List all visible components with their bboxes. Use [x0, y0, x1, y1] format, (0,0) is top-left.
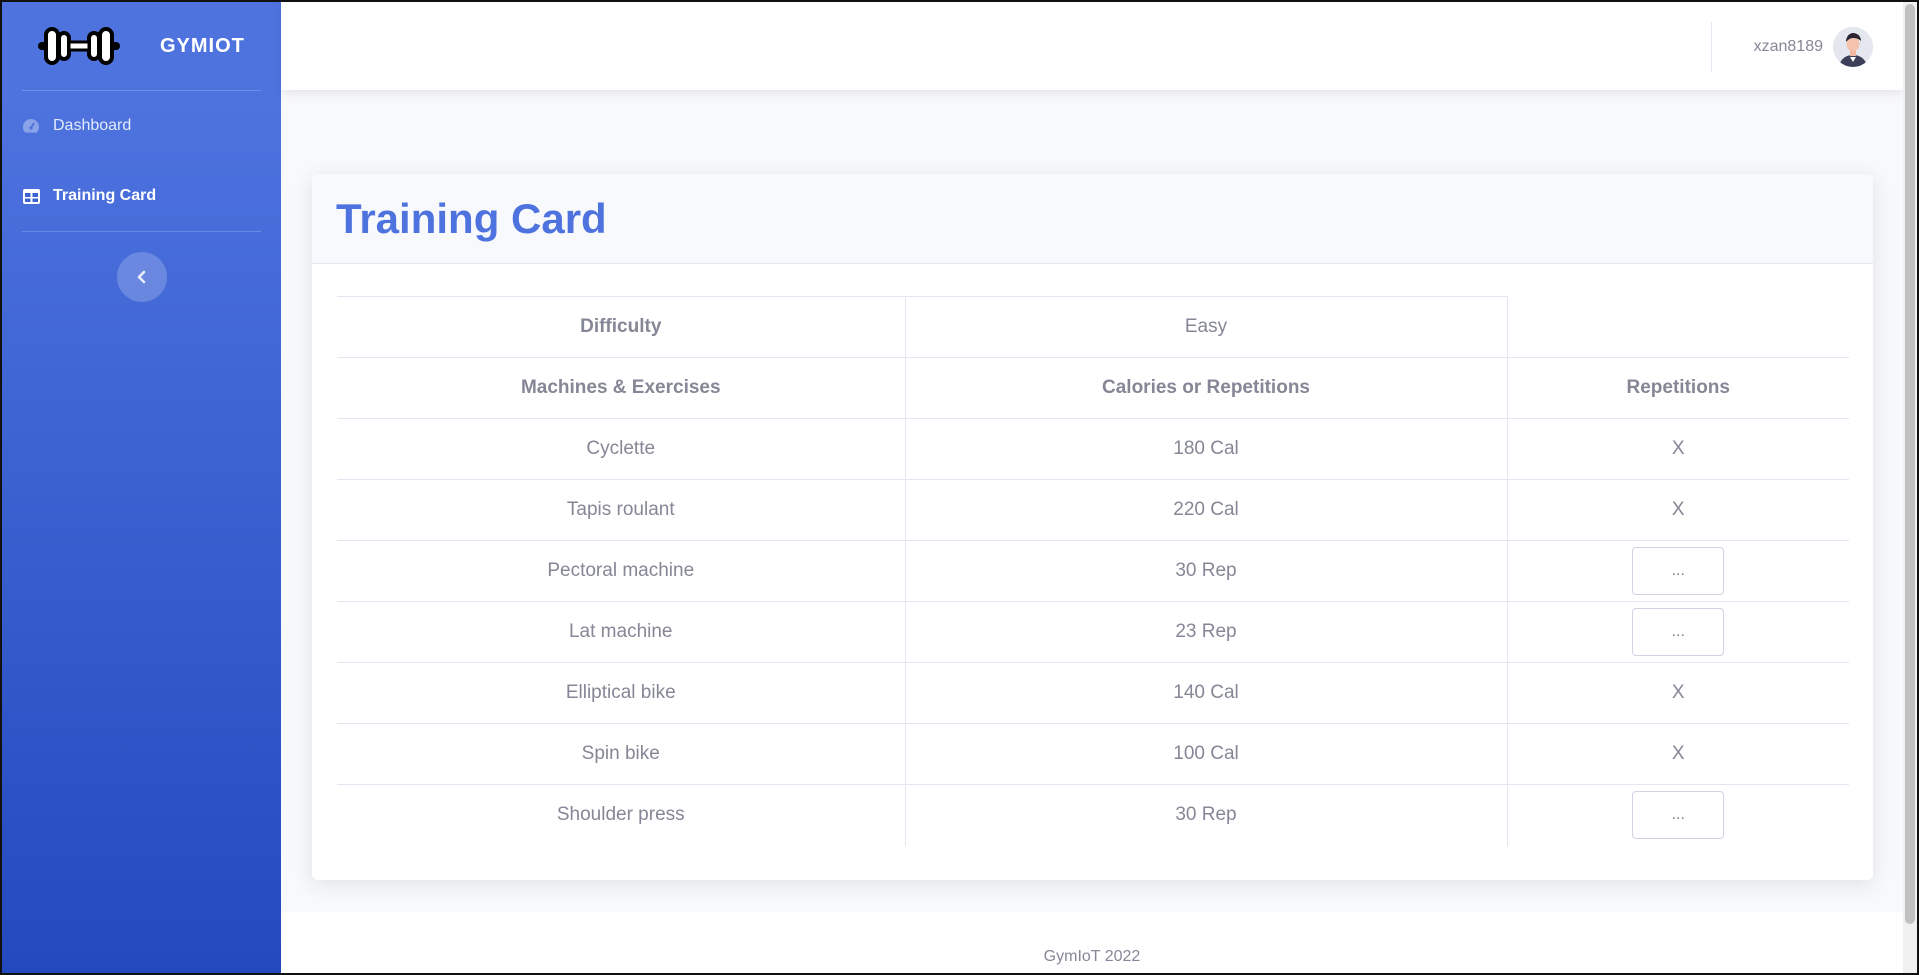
repetitions-cell: ...	[1507, 784, 1849, 846]
chevron-left-icon	[137, 270, 145, 284]
repetitions-cell: ...	[1507, 540, 1849, 602]
card-header: Training Card	[312, 174, 1873, 264]
user-dropdown[interactable]: xzan8189	[1754, 27, 1873, 67]
copyright-text: GymIoT 2022	[1043, 948, 1141, 965]
username: xzan8189	[1753, 38, 1823, 55]
topbar-divider	[1711, 22, 1712, 72]
repetitions-button[interactable]: ...	[1632, 547, 1725, 595]
training-table: Difficulty Easy Machines & Exercises Cal…	[337, 296, 1849, 846]
difficulty-label: Difficulty	[337, 296, 906, 358]
exercise-amount: 140 Cal	[905, 662, 1508, 724]
repetitions-button[interactable]: ...	[1632, 791, 1725, 840]
table-row: Cyclette 180 Cal X	[337, 418, 1849, 480]
difficulty-row: Difficulty Easy	[337, 296, 1849, 358]
sidebar-toggle-button[interactable]	[116, 252, 167, 302]
avatar	[1833, 27, 1873, 67]
exercise-name: Pectoral machine	[337, 540, 906, 602]
sidebar: GYMIOT Dashboard Training Card	[2, 2, 281, 973]
exercise-amount: 180 Cal	[905, 418, 1508, 480]
footer: GymIoT 2022	[281, 912, 1903, 973]
repetitions-button[interactable]: ...	[1632, 608, 1725, 656]
exercise-name: Cyclette	[337, 418, 906, 480]
repetitions-value: X	[1507, 418, 1849, 480]
table-row: Tapis roulant 220 Cal X	[337, 479, 1849, 541]
exercise-amount: 30 Rep	[905, 540, 1508, 602]
column-header-exercises: Machines & Exercises	[337, 357, 906, 419]
scrollbar-thumb[interactable]	[1905, 4, 1915, 924]
table-row: Lat machine 23 Rep ...	[337, 601, 1849, 663]
page-scrollbar[interactable]	[1903, 2, 1917, 973]
brand-name: GYMIOT	[160, 34, 245, 57]
table-row: Pectoral machine 30 Rep ...	[337, 540, 1849, 602]
table-icon	[22, 187, 40, 205]
exercise-name: Elliptical bike	[337, 662, 906, 724]
column-header-calories: Calories or Repetitions	[905, 357, 1508, 419]
sidebar-item-label: Training Card	[53, 187, 157, 204]
tachometer-icon	[22, 117, 40, 135]
table-header-row: Machines & Exercises Calories or Repetit…	[337, 357, 1849, 419]
training-card: Training Card Difficulty Easy Machines &…	[312, 174, 1873, 880]
repetitions-value: X	[1507, 479, 1849, 541]
exercise-amount: 220 Cal	[905, 479, 1508, 541]
table-row: Elliptical bike 140 Cal X	[337, 662, 1849, 724]
repetitions-cell: ...	[1507, 601, 1849, 663]
column-header-repetitions: Repetitions	[1507, 357, 1849, 419]
repetitions-value: X	[1507, 662, 1849, 724]
table-row: Spin bike 100 Cal X	[337, 723, 1849, 785]
exercise-name: Lat machine	[337, 601, 906, 663]
page-title: Training Card	[336, 194, 607, 242]
exercise-amount: 30 Rep	[905, 784, 1508, 846]
difficulty-value: Easy	[905, 296, 1508, 358]
exercise-name: Spin bike	[337, 723, 906, 785]
sidebar-item-training-card[interactable]: Training Card	[2, 161, 281, 231]
exercise-name: Tapis roulant	[337, 479, 906, 541]
sidebar-item-label: Dashboard	[53, 117, 132, 134]
exercise-name: Shoulder press	[337, 784, 906, 846]
sidebar-toggle-wrap	[2, 232, 281, 302]
user-avatar-icon	[1833, 27, 1873, 67]
table-row: Shoulder press 30 Rep ...	[337, 784, 1849, 846]
exercise-amount: 100 Cal	[905, 723, 1508, 785]
topbar: xzan8189	[281, 2, 1903, 90]
brand-link[interactable]: GYMIOT	[2, 2, 281, 90]
exercise-amount: 23 Rep	[905, 601, 1508, 663]
dumbbell-icon	[38, 27, 120, 65]
repetitions-value: X	[1507, 723, 1849, 785]
sidebar-item-dashboard[interactable]: Dashboard	[2, 91, 281, 161]
empty-cell	[1507, 297, 1849, 358]
